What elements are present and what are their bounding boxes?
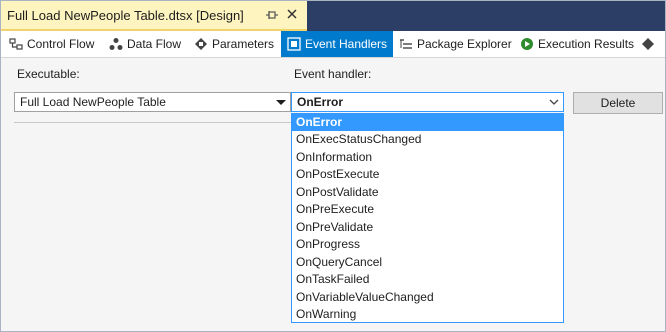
document-tab[interactable]: Full Load NewPeople Table.dtsx [Design] — [1, 1, 307, 31]
event-handler-label: Event handler: — [294, 67, 372, 81]
tab-data-flow[interactable]: Data Flow — [109, 31, 181, 57]
dropdown-option-on-pre-execute[interactable]: OnPreExecute — [292, 201, 563, 218]
dropdown-option-on-task-failed[interactable]: OnTaskFailed — [292, 271, 563, 288]
tab-event-handlers[interactable]: Event Handlers — [281, 31, 394, 57]
executable-value: Full Load NewPeople Table — [20, 95, 166, 109]
pin-icon[interactable] — [265, 8, 279, 22]
divider — [14, 122, 291, 123]
tab-control-flow[interactable]: Control Flow — [9, 31, 94, 57]
tab-overflow[interactable] — [641, 31, 659, 57]
document-tab-strip: Full Load NewPeople Table.dtsx [Design] — [1, 1, 665, 31]
tab-parameters[interactable]: Parameters — [194, 31, 274, 57]
event-handler-select[interactable]: OnError — [291, 92, 564, 112]
executable-label: Executable: — [17, 67, 80, 81]
event-handler-dropdown: OnError OnExecStatusChanged OnInformatio… — [291, 113, 564, 323]
dropdown-option-on-progress[interactable]: OnProgress — [292, 236, 563, 253]
dropdown-option-on-information[interactable]: OnInformation — [292, 149, 563, 166]
tab-execution-results-label: Execution Results — [538, 37, 635, 51]
dropdown-option-on-error[interactable]: OnError — [292, 114, 563, 131]
dropdown-option-on-warning[interactable]: OnWarning — [292, 306, 563, 323]
delete-button[interactable]: Delete — [573, 92, 663, 114]
event-handler-value: OnError — [297, 95, 344, 109]
package-explorer-icon — [400, 39, 412, 49]
close-icon[interactable] — [285, 7, 299, 21]
dropdown-option-on-variable-value-changed[interactable]: OnVariableValueChanged — [292, 289, 563, 306]
overflow-tab-icon — [642, 38, 654, 50]
tab-package-explorer-label: Package Explorer — [417, 37, 512, 51]
tab-execution-results[interactable]: Execution Results — [520, 31, 634, 57]
tab-control-flow-label: Control Flow — [27, 37, 95, 51]
dropdown-option-on-query-cancel[interactable]: OnQueryCancel — [292, 254, 563, 271]
dropdown-option-on-post-execute[interactable]: OnPostExecute — [292, 166, 563, 183]
dropdown-option-on-pre-validate[interactable]: OnPreValidate — [292, 219, 563, 236]
parameters-icon — [195, 38, 207, 50]
chevron-down-icon[interactable] — [545, 93, 563, 111]
tab-parameters-label: Parameters — [212, 37, 275, 51]
designer-window: Full Load NewPeople Table.dtsx [Design] … — [0, 0, 666, 332]
executable-select[interactable]: Full Load NewPeople Table — [14, 92, 291, 112]
dropdown-option-on-exec-status-changed[interactable]: OnExecStatusChanged — [292, 131, 563, 148]
data-flow-icon — [109, 38, 123, 50]
document-tab-title: Full Load NewPeople Table.dtsx [Design] — [7, 7, 244, 23]
event-handlers-icon — [287, 37, 301, 51]
control-flow-icon — [9, 38, 23, 50]
chevron-down-icon[interactable] — [272, 93, 290, 111]
designer-tab-bar: Control Flow Data Flow Parameters Event … — [1, 31, 665, 58]
tab-data-flow-label: Data Flow — [127, 37, 182, 51]
dropdown-option-on-post-validate[interactable]: OnPostValidate — [292, 184, 563, 201]
tab-package-explorer[interactable]: Package Explorer — [399, 31, 512, 57]
tab-event-handlers-label: Event Handlers — [305, 37, 388, 51]
execution-results-icon — [521, 38, 533, 50]
